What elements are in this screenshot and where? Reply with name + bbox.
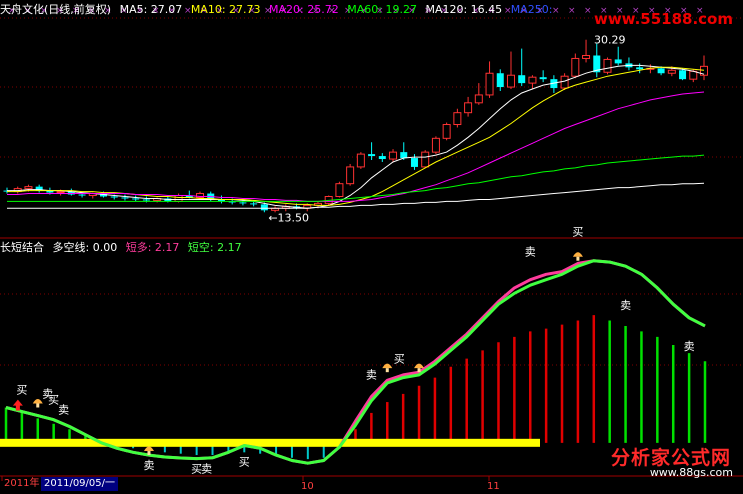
candle-body [378,156,386,160]
candle-body [603,58,612,73]
x-tick-label: 10 [301,481,314,492]
ma-line-ma10 [7,66,705,206]
candle-body [474,94,483,104]
candle-body [368,154,376,157]
ma-line-ma5 [7,64,705,209]
candle-body [560,75,569,89]
candle-body [464,102,473,114]
candle-body [657,68,665,74]
indicator-header: 长短结合 多空线: 0.00 短多: 2.17 短空: 2.17 [0,240,247,256]
candle-body [260,204,268,211]
duankong-label: 短空: 2.17 [187,241,242,254]
candle-body [571,57,580,77]
indicator-title: 长短结合 [0,241,44,254]
candle-body [110,196,118,198]
mushroom-stem [147,451,151,456]
indicator-panel: 买卖买卖卖买卖买卖买卖买卖卖 [0,225,707,476]
candle-body [442,124,451,139]
candle-body [528,76,537,84]
ma20-label: MA20: 25.72 [269,3,339,16]
price-panel: 30.29 ←13.50 [3,34,708,224]
signal-label: 卖 [366,369,377,382]
candle-body [389,151,398,160]
mushroom-icon [32,398,43,404]
candle-body [335,183,344,198]
ma120-label: MA120: 16.45 [425,3,503,16]
candle-body [496,73,504,88]
mushroom-stem [417,368,421,373]
low-annotation: ←13.50 [268,211,309,224]
signal-label: 卖 [143,459,154,472]
signal-label: 买 [572,225,583,238]
candle-body [539,77,547,80]
mushroom-icon [572,252,583,257]
zero-band [0,438,540,447]
candle-body [400,152,408,159]
candle-body [679,70,687,80]
candle-body [121,197,129,199]
signal-label: 卖 [201,463,212,476]
candle-body [56,191,65,194]
mushroom-icon [143,446,154,452]
ma-line-ma20 [7,91,705,202]
mushroom-stem [36,403,40,408]
ma10-label: MA10: 27.73 [190,3,261,16]
candle-body [174,195,183,202]
signal-label: 卖 [525,246,536,259]
signal-label: 卖 [684,340,695,353]
signal-label: 卖 [58,404,69,417]
candle-body [250,203,258,205]
candle-body [142,199,150,201]
top-marker: × [568,6,576,16]
candle-body [614,59,622,64]
candle-body [667,69,676,74]
ma250-label: MA250: [510,3,553,16]
candle-body [132,198,140,200]
duanduo-label: 短多: 2.17 [125,241,180,254]
top-marker: × [584,6,592,16]
candle-body [78,194,86,196]
stock-title: 天舟文化(日线,前复权) [0,3,112,16]
signal-label: 卖 [620,299,631,312]
candle-body [582,54,591,59]
candle-body [431,137,440,153]
candle-body [239,202,247,204]
price-header: 天舟文化(日线,前复权) MA5: 27.07 MA10: 27.73 MA20… [0,2,557,18]
candle-body [518,75,526,84]
candle-body [485,72,494,96]
mushroom-icon [382,363,393,369]
duokong-label: 多空线: 0.00 [52,241,118,254]
ma-line-ma60 [7,154,705,202]
candle-body [636,67,644,70]
mushroom-stem [385,368,389,373]
candle-body [506,74,515,88]
candle-body [410,158,418,167]
ma5-label: MA5: 27.07 [119,3,183,16]
candle-body [346,166,355,185]
mushroom-icon [414,363,425,369]
signal-label: 买 [239,456,250,469]
signal-label: 买 [16,384,27,397]
x-tick-label: 11 [487,481,500,492]
candle-body [421,151,430,168]
date-year-label: 2011年 [4,478,40,489]
ma60-label: MA60: 19.27 [347,3,417,16]
candle-body [24,186,33,190]
candle-body [453,112,462,126]
high-annotation: 30.29 [594,34,626,47]
mushroom-stem [576,256,580,261]
watermark-top: www.55188.com [593,10,733,28]
selected-date-label[interactable]: 2011/09/05/一 [41,477,119,491]
watermark-bottom-url: www.88gs.com [649,466,733,479]
candle-body [356,153,365,168]
signal-label: 买 [394,352,405,365]
